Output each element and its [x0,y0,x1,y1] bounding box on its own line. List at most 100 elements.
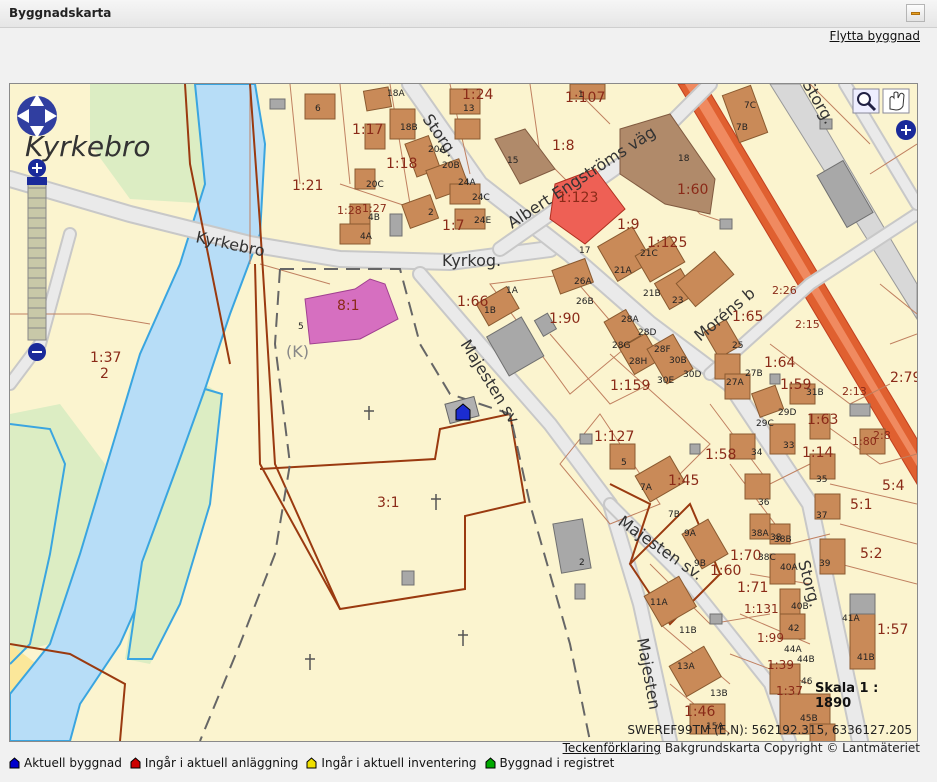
svg-text:1:45: 1:45 [668,473,699,489]
svg-text:1:64: 1:64 [764,355,796,371]
svg-text:1:127: 1:127 [594,429,634,445]
house-icon [485,757,496,769]
road-label-kyrkog: Kyrkog. [442,251,501,270]
map-coordinates: SWEREF99TM (E,N): 562192.315, 6336127.20… [627,723,912,737]
window-titlebar: Byggnadskarta [0,0,937,28]
svg-text:28H: 28H [629,357,647,367]
svg-text:41B: 41B [857,653,875,663]
svg-text:1:8: 1:8 [552,138,575,154]
svg-text:28D: 28D [638,328,656,338]
legend-item-inventory: Ingår i aktuell inventering [306,756,477,770]
svg-text:29C: 29C [756,419,774,429]
svg-text:1:14: 1:14 [802,445,834,461]
svg-text:24E: 24E [474,216,491,226]
svg-text:38B: 38B [774,535,792,545]
svg-text:33: 33 [783,441,794,451]
svg-text:1:46: 1:46 [684,704,716,720]
svg-text:1:37: 1:37 [776,684,803,698]
svg-text:21B: 21B [643,289,661,299]
svg-text:2:79: 2:79 [890,370,917,386]
svg-text:41A: 41A [842,614,860,624]
svg-text:35: 35 [816,475,827,485]
svg-text:6: 6 [315,104,321,114]
svg-text:29D: 29D [778,408,796,418]
svg-text:7A: 7A [640,483,653,493]
svg-text:1: 1 [578,90,584,100]
svg-text:40B: 40B [791,602,809,612]
legend-link[interactable]: Teckenförklaring [563,741,661,755]
svg-text:4A: 4A [360,232,373,242]
svg-text:36: 36 [758,498,770,508]
map-scale: Skala 1 : 1890 [815,681,879,711]
svg-text:21A: 21A [614,266,632,276]
svg-text:23: 23 [672,296,683,306]
svg-text:3:1: 3:1 [377,495,400,511]
svg-text:40A: 40A [780,563,798,573]
svg-text:1:24: 1:24 [462,87,494,103]
svg-text:1:123: 1:123 [558,190,598,206]
svg-text:5: 5 [298,322,304,332]
svg-text:1:17: 1:17 [352,122,383,138]
svg-text:30D: 30D [683,370,701,380]
svg-text:1:71: 1:71 [737,580,768,596]
svg-text:2:8: 2:8 [873,429,891,442]
svg-text:1:159: 1:159 [610,378,650,394]
svg-text:1:39: 1:39 [767,658,794,672]
move-building-link[interactable]: Flytta byggnad [830,29,920,43]
svg-text:2: 2 [579,558,585,568]
svg-text:5:1: 5:1 [850,497,873,513]
place-label: Kyrkebro [25,130,151,163]
svg-text:1:7: 1:7 [442,218,465,234]
svg-text:18: 18 [678,154,690,164]
svg-text:28A: 28A [621,315,639,325]
legend-item-registry: Byggnad i registret [485,756,614,770]
svg-text:27B: 27B [745,369,763,379]
svg-text:18A: 18A [387,89,405,99]
svg-text:21C: 21C [640,249,658,259]
svg-text:2:26: 2:26 [772,284,797,297]
svg-text:13B: 13B [710,689,728,699]
svg-text:1:60: 1:60 [677,182,708,198]
svg-text:20C: 20C [366,180,384,190]
svg-text:1:28: 1:28 [337,204,362,217]
svg-text:24C: 24C [472,193,490,203]
legend-item-facility: Ingår i aktuell anläggning [130,756,298,770]
svg-text:30B: 30B [669,356,687,366]
svg-text:1:21: 1:21 [292,178,323,194]
svg-text:15: 15 [507,156,518,166]
svg-text:7B: 7B [736,123,748,133]
svg-text:1:37: 1:37 [90,350,121,366]
svg-text:31B: 31B [806,388,824,398]
svg-text:1:107: 1:107 [565,90,605,106]
svg-text:1:18: 1:18 [386,156,417,172]
svg-text:24A: 24A [458,178,476,188]
house-icon [306,757,317,769]
svg-text:44A: 44A [784,645,802,655]
svg-text:2:13: 2:13 [842,385,867,398]
svg-text:1:70: 1:70 [730,548,761,564]
svg-text:11B: 11B [679,626,697,636]
svg-text:13A: 13A [677,662,695,672]
map-view[interactable]: Kyrkebro Kyrkog. Storg. Albert Engströms… [9,83,918,742]
svg-text:20B: 20B [442,161,460,171]
svg-text:46: 46 [801,677,813,687]
house-icon [9,757,20,769]
svg-text:8:1: 8:1 [337,298,360,314]
svg-text:1:57: 1:57 [877,622,908,638]
svg-text:1A: 1A [506,286,519,296]
svg-text:18B: 18B [400,123,418,133]
svg-text:2:15: 2:15 [795,318,820,331]
svg-text:5:2: 5:2 [860,546,883,562]
svg-text:25: 25 [732,341,743,351]
svg-text:1B: 1B [484,306,496,316]
svg-text:44B: 44B [797,655,815,665]
svg-text:38C: 38C [758,553,776,563]
map-canvas[interactable]: Kyrkebro Kyrkog. Storg. Albert Engströms… [10,84,917,741]
svg-text:38A: 38A [751,529,769,539]
map-footer: Teckenförklaring Bakgrundskarta Copyrigh… [563,741,920,755]
svg-text:28G: 28G [612,341,630,351]
minimize-icon[interactable] [906,4,925,22]
zoom-slider[interactable] [27,159,47,361]
svg-text:4B: 4B [368,213,380,223]
svg-text:30E: 30E [657,376,674,386]
